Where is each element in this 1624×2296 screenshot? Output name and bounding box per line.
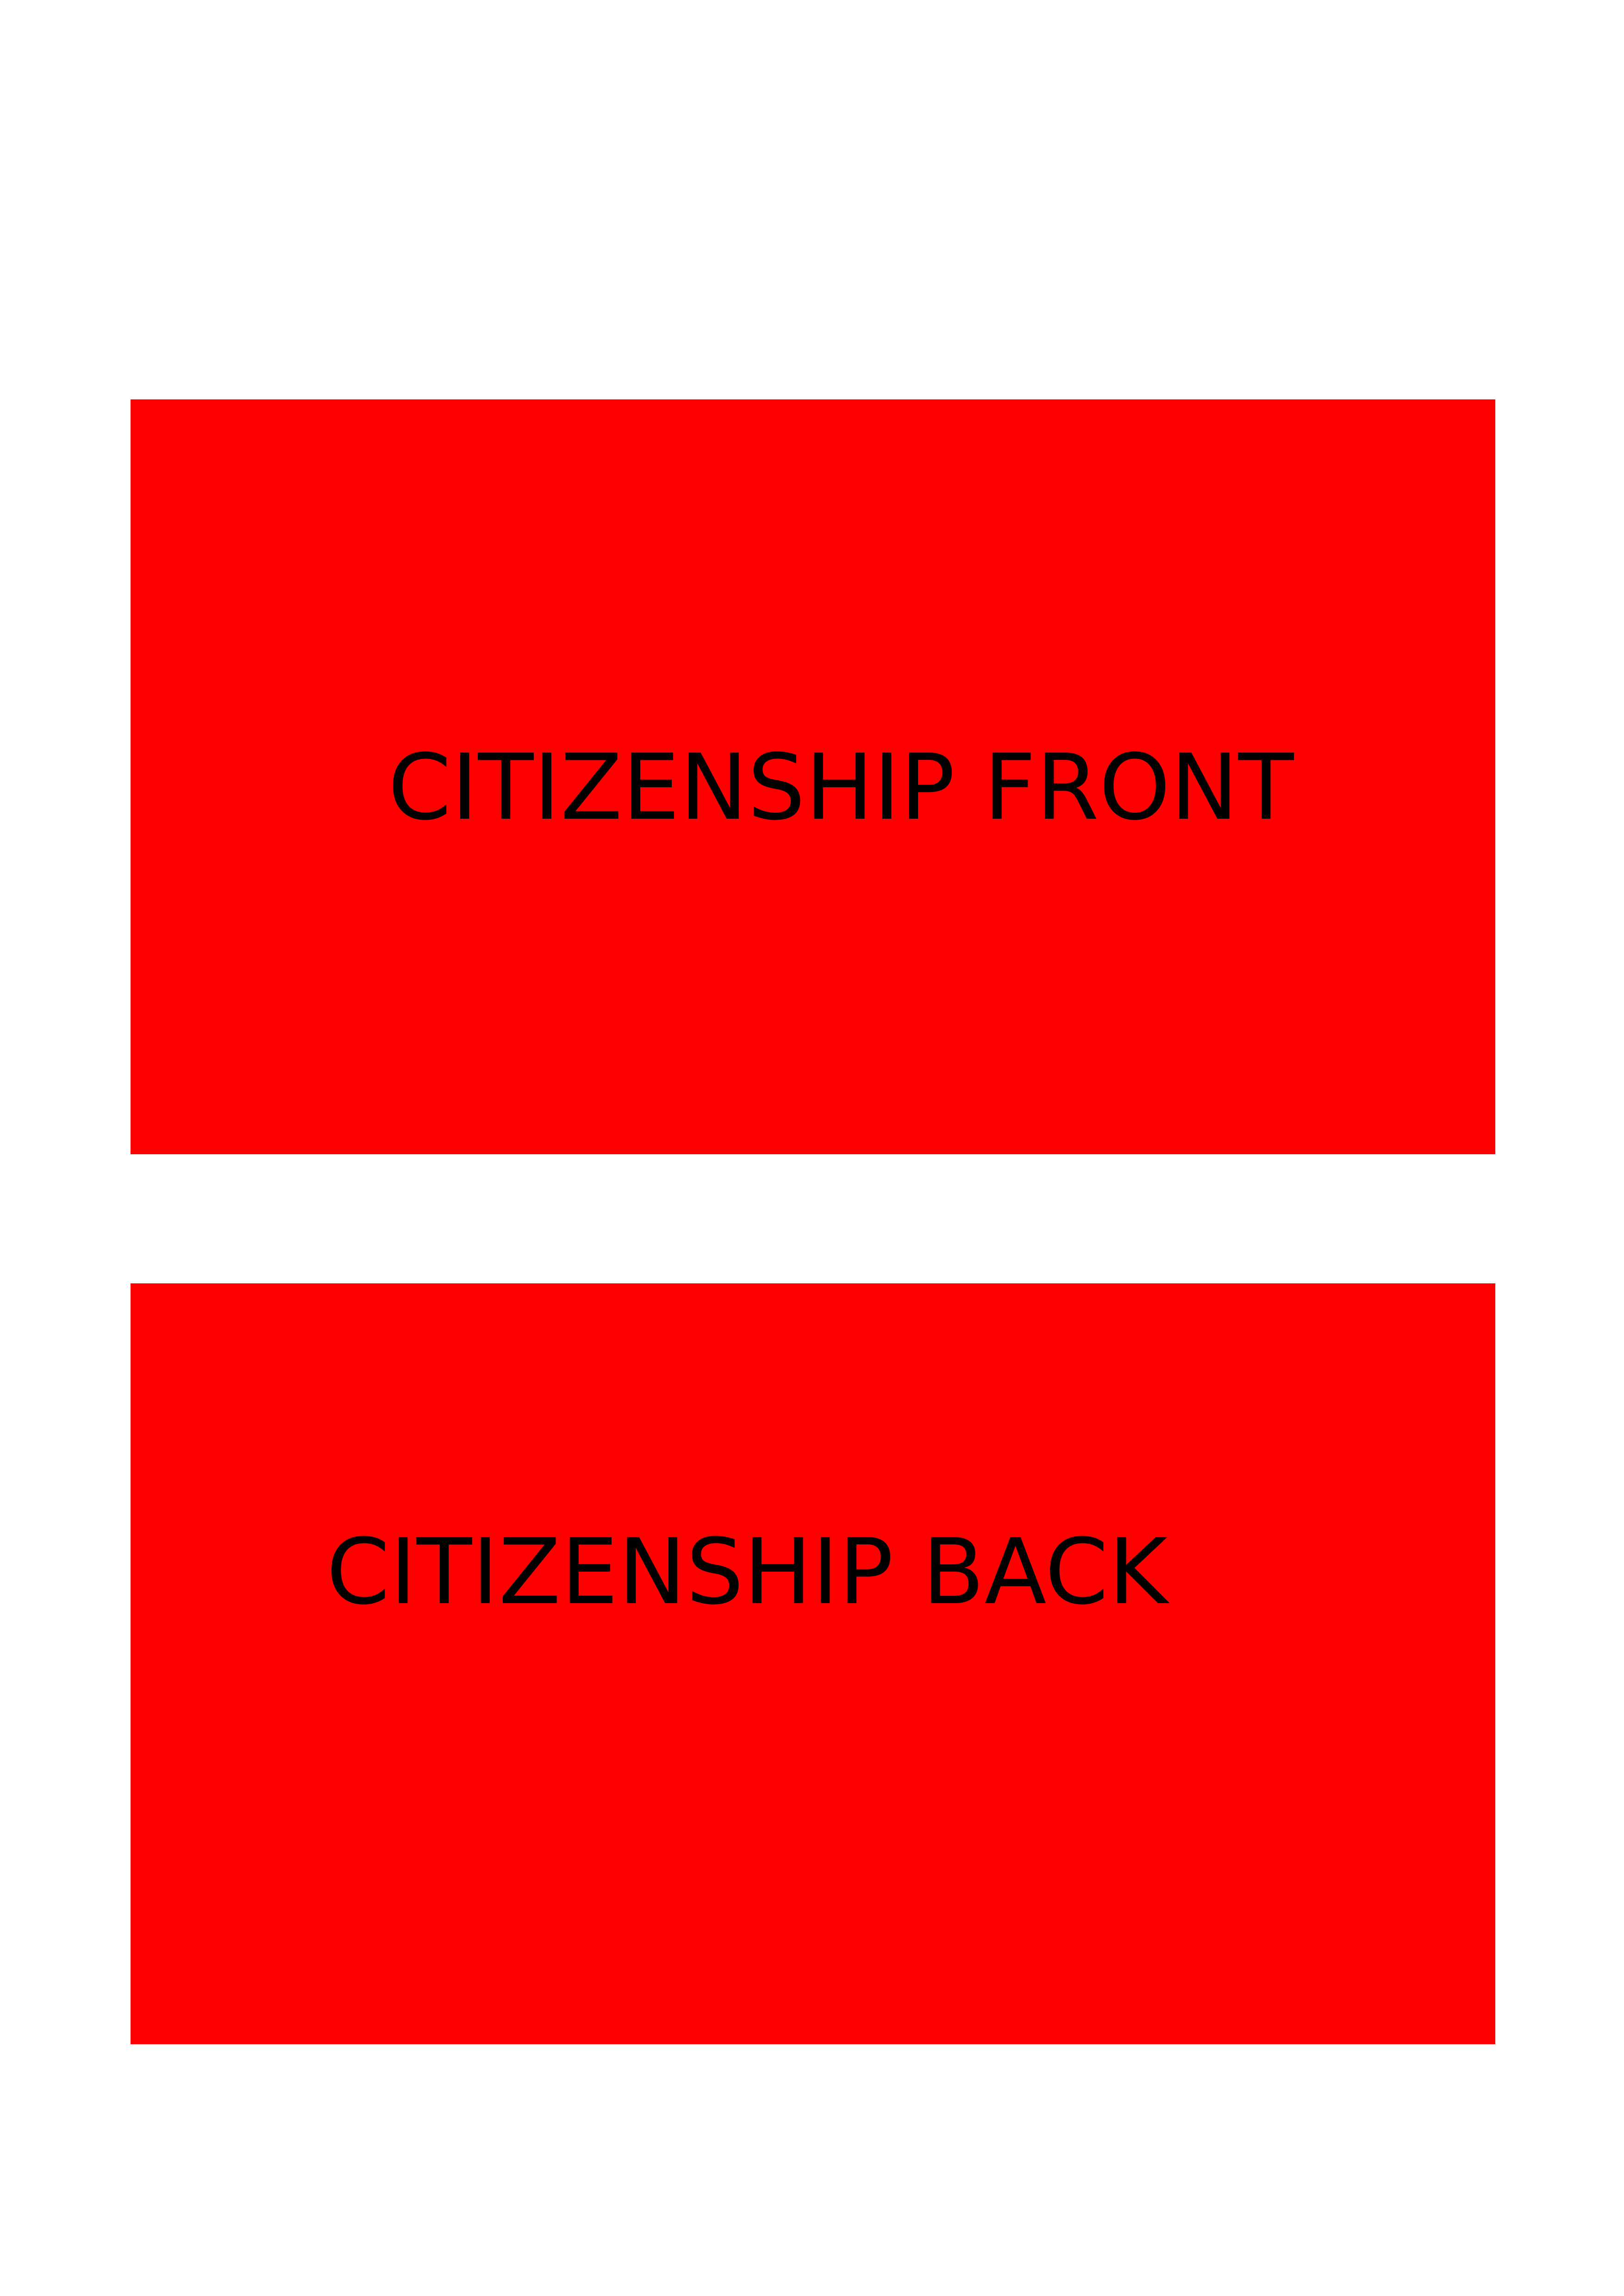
citizenship-front-label: CITIZENSHIP FRONT [388, 735, 1294, 840]
citizenship-back-placeholder: CITIZENSHIP BACK [131, 1283, 1495, 2044]
citizenship-front-placeholder: CITIZENSHIP FRONT [131, 399, 1495, 1154]
citizenship-back-label: CITIZENSHIP BACK [326, 1519, 1168, 1625]
